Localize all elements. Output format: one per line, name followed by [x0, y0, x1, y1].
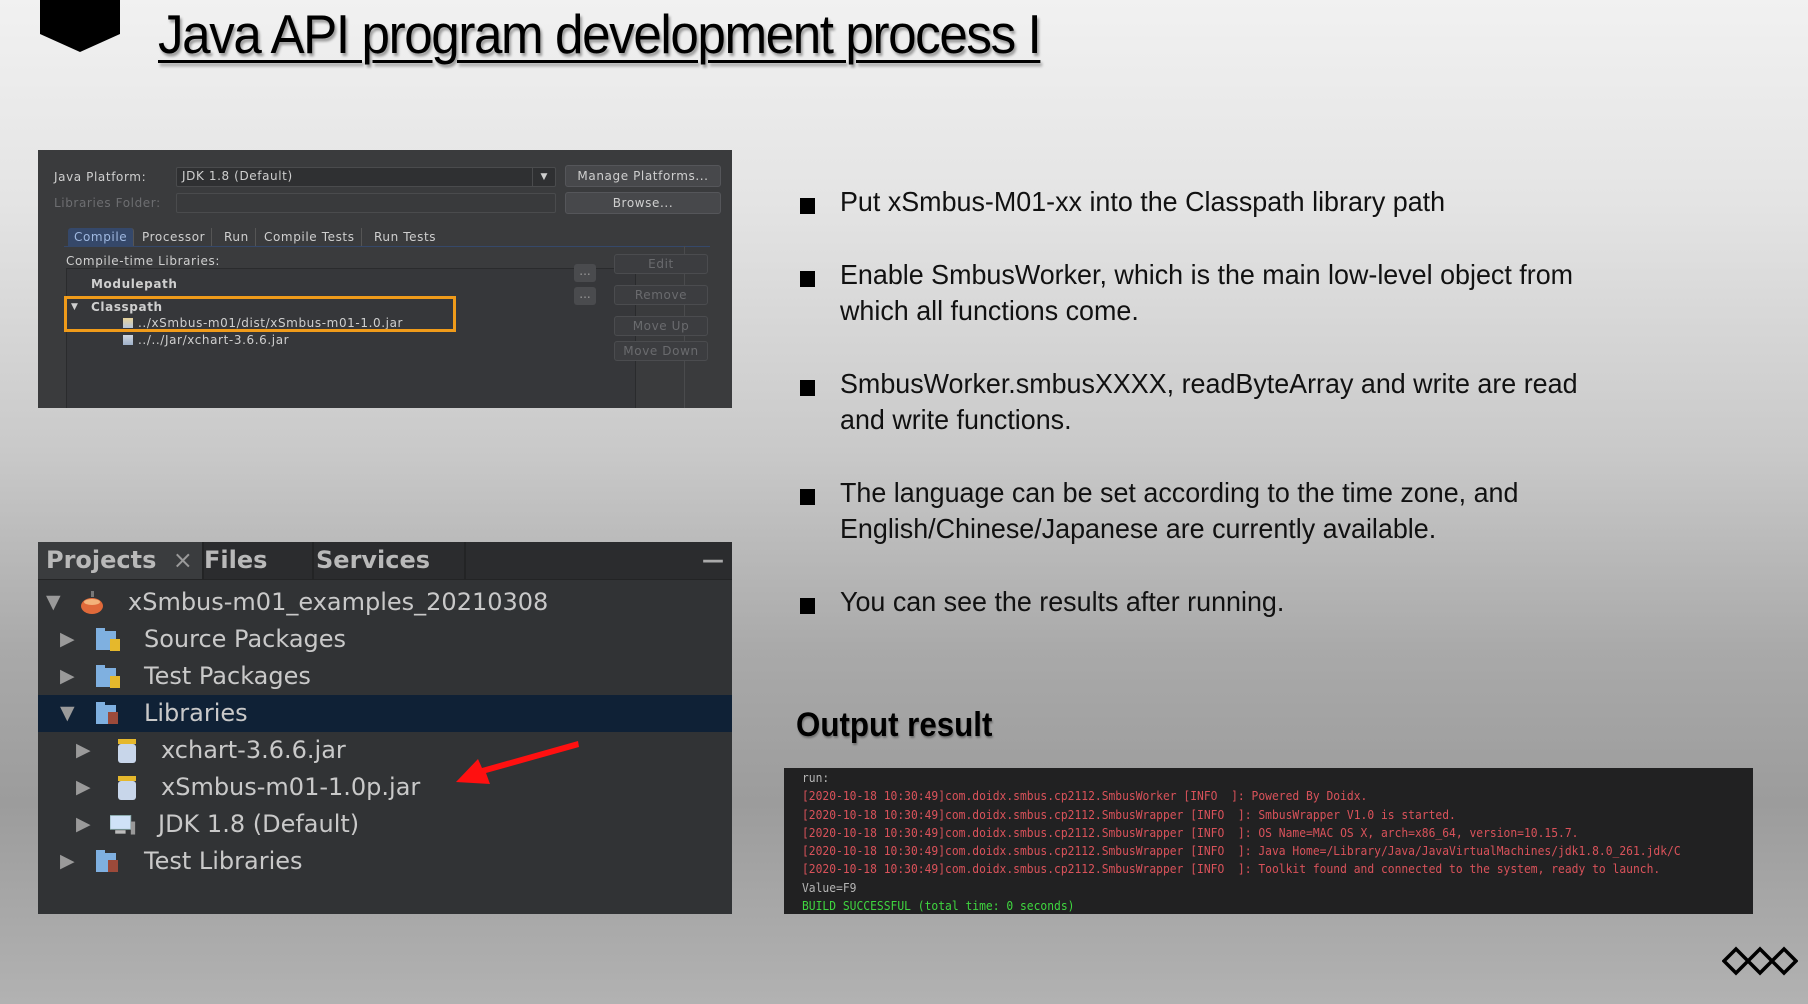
classpath-highlight-box: [64, 296, 456, 332]
move-down-button[interactable]: Move Down: [614, 341, 708, 361]
jar-icon: [123, 335, 133, 345]
modulepath-node[interactable]: Modulepath: [91, 277, 178, 291]
console-line: [2020-10-18 10:30:49]com.doidx.smbus.cp2…: [802, 825, 1579, 840]
console-line: [2020-10-18 10:30:49]com.doidx.smbus.cp2…: [802, 789, 1368, 804]
libraries-folder-label: Libraries Folder:: [54, 196, 161, 210]
console-line: [2020-10-18 10:30:49]com.doidx.smbus.cp2…: [802, 807, 1456, 822]
project-properties-screenshot: Java Platform: JDK 1.8 (Default) ▼ Manag…: [38, 150, 732, 408]
console-output: run: [2020-10-18 10:30:49]com.doidx.smbu…: [784, 768, 1753, 914]
chevron-down-icon: ▼: [532, 168, 555, 186]
browse-button[interactable]: Browse...: [565, 192, 721, 214]
console-line: [2020-10-18 10:30:49]com.doidx.smbus.cp2…: [802, 862, 1661, 877]
modulepath-more-button[interactable]: ...: [574, 264, 596, 282]
bullet-square-icon: [800, 380, 815, 396]
compile-libraries-tree[interactable]: Modulepath ▼ Classpath ../xSmbus-m01/dis…: [66, 268, 636, 408]
manage-platforms-button[interactable]: Manage Platforms...: [565, 165, 721, 187]
java-platform-select[interactable]: JDK 1.8 (Default) ▼: [176, 167, 556, 187]
tab-run[interactable]: Run: [218, 228, 256, 246]
tab-processor[interactable]: Processor: [136, 228, 213, 246]
slide-title: Java API program development process I: [158, 3, 1042, 65]
bullet-square-icon: [800, 271, 815, 287]
bullet-square-icon: [800, 198, 815, 214]
section-marker-icon: [40, 0, 120, 52]
console-line: run:: [802, 771, 830, 785]
bullet-square-icon: [800, 489, 815, 505]
output-result-heading: Output result: [796, 706, 993, 744]
tab-compile[interactable]: Compile: [68, 228, 135, 246]
compile-time-libraries-label: Compile-time Libraries:: [66, 254, 221, 268]
libraries-folder-input[interactable]: [176, 193, 556, 213]
projects-panel-screenshot: Projects × Files Services — ▼ xSmbus-m01…: [38, 542, 732, 914]
tab-underline: [64, 246, 710, 247]
edit-button[interactable]: Edit: [614, 254, 708, 274]
java-platform-value: JDK 1.8 (Default): [182, 169, 293, 183]
remove-button[interactable]: Remove: [614, 285, 708, 305]
bullet-square-icon: [800, 598, 815, 614]
console-line: [2020-10-18 10:30:49]com.doidx.smbus.cp2…: [802, 844, 1681, 859]
classpath-item[interactable]: ../../Jar/xchart-3.6.6.jar: [123, 333, 289, 347]
tab-run-tests[interactable]: Run Tests: [368, 228, 442, 246]
console-line: Value=F9: [802, 880, 857, 895]
classpath-more-button[interactable]: ...: [574, 287, 596, 305]
diamonds-logo-icon: [1722, 946, 1798, 976]
tab-compile-tests[interactable]: Compile Tests: [258, 228, 362, 246]
build-status-line: BUILD SUCCESSFUL (total time: 0 seconds): [802, 899, 1075, 914]
move-up-button[interactable]: Move Up: [614, 316, 708, 336]
java-platform-label: Java Platform:: [54, 170, 147, 184]
red-arrow-annotation: [456, 741, 579, 784]
